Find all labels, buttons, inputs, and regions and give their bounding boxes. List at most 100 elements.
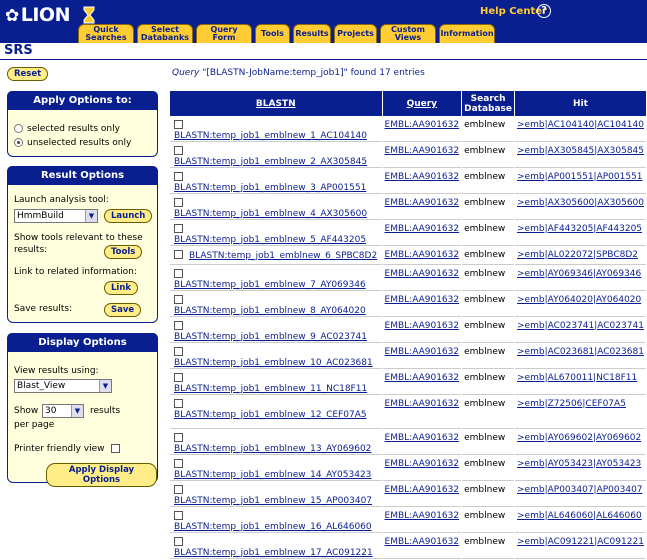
- unselected-only-radio[interactable]: [14, 138, 23, 147]
- row-select-checkbox[interactable]: [174, 224, 183, 233]
- tab-information[interactable]: Information: [439, 24, 495, 43]
- tab-quick-searches[interactable]: Quick Searches: [78, 24, 134, 43]
- sort-blastn-link[interactable]: BLASTN: [256, 99, 296, 109]
- lion-logo[interactable]: ✿ LION: [5, 4, 70, 26]
- row-select-checkbox[interactable]: [174, 120, 183, 129]
- row-select-checkbox[interactable]: [174, 485, 183, 494]
- blastn-entry-link[interactable]: BLASTN:temp_job1_emblnew_14_AY053423: [174, 470, 371, 480]
- blastn-entry-link[interactable]: BLASTN:temp_job1_emblnew_17_AC091221: [174, 548, 373, 558]
- col-query-header[interactable]: Query: [382, 91, 462, 116]
- hit-entry-link[interactable]: >emb|AC023681|AC023681: [517, 347, 644, 357]
- tab-projects[interactable]: Projects: [334, 24, 377, 43]
- query-entry-link[interactable]: EMBL:AA901632: [385, 347, 460, 357]
- col-blastn-header[interactable]: BLASTN: [170, 91, 382, 116]
- blastn-entry-link[interactable]: BLASTN:temp_job1_emblnew_11_NC18F11: [174, 384, 367, 394]
- row-select-checkbox[interactable]: [174, 433, 183, 442]
- sort-query-link[interactable]: Query: [407, 99, 437, 109]
- query-entry-link[interactable]: EMBL:AA901632: [385, 172, 460, 182]
- blastn-entry-link[interactable]: BLASTN:temp_job1_emblnew_4_AX305600: [174, 209, 367, 219]
- blastn-entry-link[interactable]: BLASTN:temp_job1_emblnew_12_CEF07A5: [174, 410, 367, 420]
- launch-button[interactable]: Launch: [104, 209, 153, 223]
- blastn-entry-link[interactable]: BLASTN:temp_job1_emblnew_16_AL646060: [174, 522, 372, 532]
- hit-entry-link[interactable]: >emb|AC091221|AC091221: [517, 537, 644, 547]
- blastn-entry-link[interactable]: BLASTN:temp_job1_emblnew_9_AC023741: [174, 332, 367, 342]
- query-entry-link[interactable]: EMBL:AA901632: [385, 459, 460, 469]
- query-entry-link[interactable]: EMBL:AA901632: [385, 399, 460, 409]
- blastn-cell: BLASTN:temp_job1_emblnew_17_AC091221: [170, 534, 382, 559]
- hit-entry-link[interactable]: >emb|AC023741|AC023741: [517, 321, 644, 331]
- hit-entry-link[interactable]: >emb|AY069346|AY069346: [517, 269, 641, 279]
- blastn-entry-link[interactable]: BLASTN:temp_job1_emblnew_2_AX305845: [174, 157, 367, 167]
- query-entry-link[interactable]: EMBL:AA901632: [385, 321, 460, 331]
- blastn-entry-link[interactable]: BLASTN:temp_job1_emblnew_10_AC023681: [174, 358, 373, 368]
- hit-cell: >emb|AX305845|AX305845: [515, 143, 646, 168]
- tab-select-databanks[interactable]: Select Databanks: [137, 24, 193, 43]
- apply-display-options-button[interactable]: Apply Display Options: [46, 463, 157, 487]
- blastn-entry-link[interactable]: BLASTN:temp_job1_emblnew_6_SPBC8D2: [189, 251, 377, 261]
- row-select-checkbox[interactable]: [174, 321, 183, 330]
- row-select-checkbox[interactable]: [174, 250, 183, 259]
- hit-entry-link[interactable]: >emb|AY064020|AY064020: [517, 295, 641, 305]
- hit-entry-link[interactable]: >emb|AP001551|AP001551: [517, 172, 643, 182]
- table-row: BLASTN:temp_job1_emblnew_4_AX305600 EMBL:…: [170, 195, 646, 220]
- row-select-checkbox[interactable]: [174, 295, 183, 304]
- tools-button[interactable]: Tools: [104, 245, 143, 259]
- results-per-page-select[interactable]: 30 ▼: [42, 404, 84, 418]
- row-select-checkbox[interactable]: [174, 146, 183, 155]
- blastn-entry-link[interactable]: BLASTN:temp_job1_emblnew_15_AP003407: [174, 496, 372, 506]
- hit-entry-link[interactable]: >emb|AF443205|AF443205: [517, 224, 642, 234]
- query-entry-link[interactable]: EMBL:AA901632: [385, 224, 460, 234]
- query-entry-link[interactable]: EMBL:AA901632: [385, 373, 460, 383]
- link-button[interactable]: Link: [104, 281, 139, 295]
- view-select[interactable]: Blast_View ▼: [14, 379, 112, 393]
- row-select-checkbox[interactable]: [174, 172, 183, 181]
- blastn-entry-link[interactable]: BLASTN:temp_job1_emblnew_7_AY069346: [174, 280, 366, 290]
- link-related-label: Link to related information:: [14, 267, 137, 277]
- database-cell: emblnew: [462, 169, 515, 194]
- selected-only-radio[interactable]: [14, 124, 23, 133]
- row-select-checkbox[interactable]: [174, 198, 183, 207]
- query-entry-link[interactable]: EMBL:AA901632: [385, 269, 460, 279]
- row-select-checkbox[interactable]: [174, 459, 183, 468]
- query-entry-link[interactable]: EMBL:AA901632: [385, 433, 460, 443]
- hit-entry-link[interactable]: >emb|AL646060|AL646060: [517, 511, 642, 521]
- tab-query-form[interactable]: Query Form: [196, 24, 252, 43]
- hit-entry-link[interactable]: >emb|AY053423|AY053423: [517, 459, 641, 469]
- tab-tools[interactable]: Tools: [255, 24, 290, 43]
- printer-friendly-checkbox[interactable]: [111, 444, 121, 453]
- query-entry-link[interactable]: EMBL:AA901632: [385, 198, 460, 208]
- row-select-checkbox[interactable]: [174, 537, 183, 546]
- query-entry-link[interactable]: EMBL:AA901632: [385, 250, 460, 260]
- hit-entry-link[interactable]: >emb|AY069602|AY069602: [517, 433, 641, 443]
- help-icon[interactable]: ?: [537, 4, 551, 18]
- hit-entry-link[interactable]: >emb|Z72506|CEF07A5: [517, 399, 626, 409]
- hit-entry-link[interactable]: >emb|AC104140|AC104140: [517, 120, 644, 130]
- result-options-panel: Result Options Launch analysis tool: Hmm…: [7, 166, 158, 323]
- row-select-checkbox[interactable]: [174, 511, 183, 520]
- results-per-page-value: 30: [45, 406, 57, 416]
- hit-entry-link[interactable]: >emb|AL670011|NC18F11: [517, 373, 637, 383]
- blastn-entry-link[interactable]: BLASTN:temp_job1_emblnew_1_AC104140: [174, 131, 367, 141]
- hit-entry-link[interactable]: >emb|AX305600|AX305600: [517, 198, 644, 208]
- query-entry-link[interactable]: EMBL:AA901632: [385, 120, 460, 130]
- query-entry-link[interactable]: EMBL:AA901632: [385, 295, 460, 305]
- blastn-entry-link[interactable]: BLASTN:temp_job1_emblnew_3_AP001551: [174, 183, 366, 193]
- row-select-checkbox[interactable]: [174, 269, 183, 278]
- blastn-entry-link[interactable]: BLASTN:temp_job1_emblnew_13_AY069602: [174, 444, 371, 454]
- analysis-tool-select[interactable]: HmmBuild ▼: [14, 209, 98, 223]
- row-select-checkbox[interactable]: [174, 373, 183, 382]
- hit-entry-link[interactable]: >emb|AX305845|AX305845: [517, 146, 644, 156]
- row-select-checkbox[interactable]: [174, 347, 183, 356]
- query-entry-link[interactable]: EMBL:AA901632: [385, 537, 460, 547]
- tab-custom-views[interactable]: Custom Views: [380, 24, 436, 43]
- tab-results[interactable]: Results: [293, 24, 331, 43]
- query-text: "[BLASTN-JobName:temp_job1]" found 17 en…: [202, 68, 425, 78]
- hit-entry-link[interactable]: >emb|AL022072|SPBC8D2: [517, 250, 638, 260]
- row-select-checkbox[interactable]: [174, 399, 183, 408]
- save-button[interactable]: Save: [104, 303, 142, 317]
- blastn-entry-link[interactable]: BLASTN:temp_job1_emblnew_5_AF443205: [174, 235, 366, 245]
- query-entry-link[interactable]: EMBL:AA901632: [385, 511, 460, 521]
- blastn-entry-link[interactable]: BLASTN:temp_job1_emblnew_8_AY064020: [174, 306, 366, 316]
- reset-button[interactable]: Reset: [7, 67, 49, 81]
- query-entry-link[interactable]: EMBL:AA901632: [385, 146, 460, 156]
